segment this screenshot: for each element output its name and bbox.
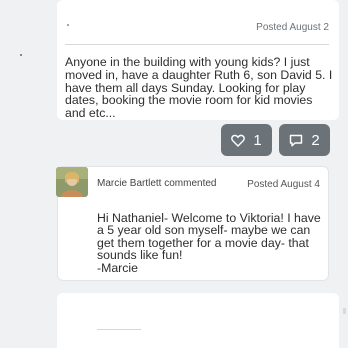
- comment-button[interactable]: 2: [279, 124, 330, 156]
- comment-date: Posted August 4: [247, 179, 320, 190]
- edge-dot: [20, 54, 22, 56]
- post-date: Posted August 2: [256, 22, 329, 33]
- post-body: Anyone in the building with young kids? …: [65, 55, 333, 121]
- comment-card: Marcie Bartlett commented Posted August …: [56, 166, 329, 281]
- commenter-photo-icon: [56, 167, 88, 197]
- speech-bubble-icon: [290, 134, 303, 146]
- next-post-divider: [97, 329, 141, 330]
- avatar[interactable]: [56, 167, 88, 197]
- like-button[interactable]: 1: [221, 124, 272, 156]
- comment-body: Hi Nathaniel- Welcome to Viktoria! I hav…: [97, 211, 321, 275]
- heart-icon: [231, 134, 246, 147]
- scrollbar-hint: [343, 308, 346, 314]
- comment-author[interactable]: Marcie Bartlett commented: [97, 178, 217, 189]
- post-author-placeholder: [67, 24, 69, 26]
- like-count: 1: [253, 131, 262, 149]
- next-post-card: [57, 293, 339, 348]
- comment-count: 2: [311, 131, 320, 149]
- post-divider: [65, 44, 329, 45]
- post-card: Posted August 2 Anyone in the building w…: [57, 0, 339, 120]
